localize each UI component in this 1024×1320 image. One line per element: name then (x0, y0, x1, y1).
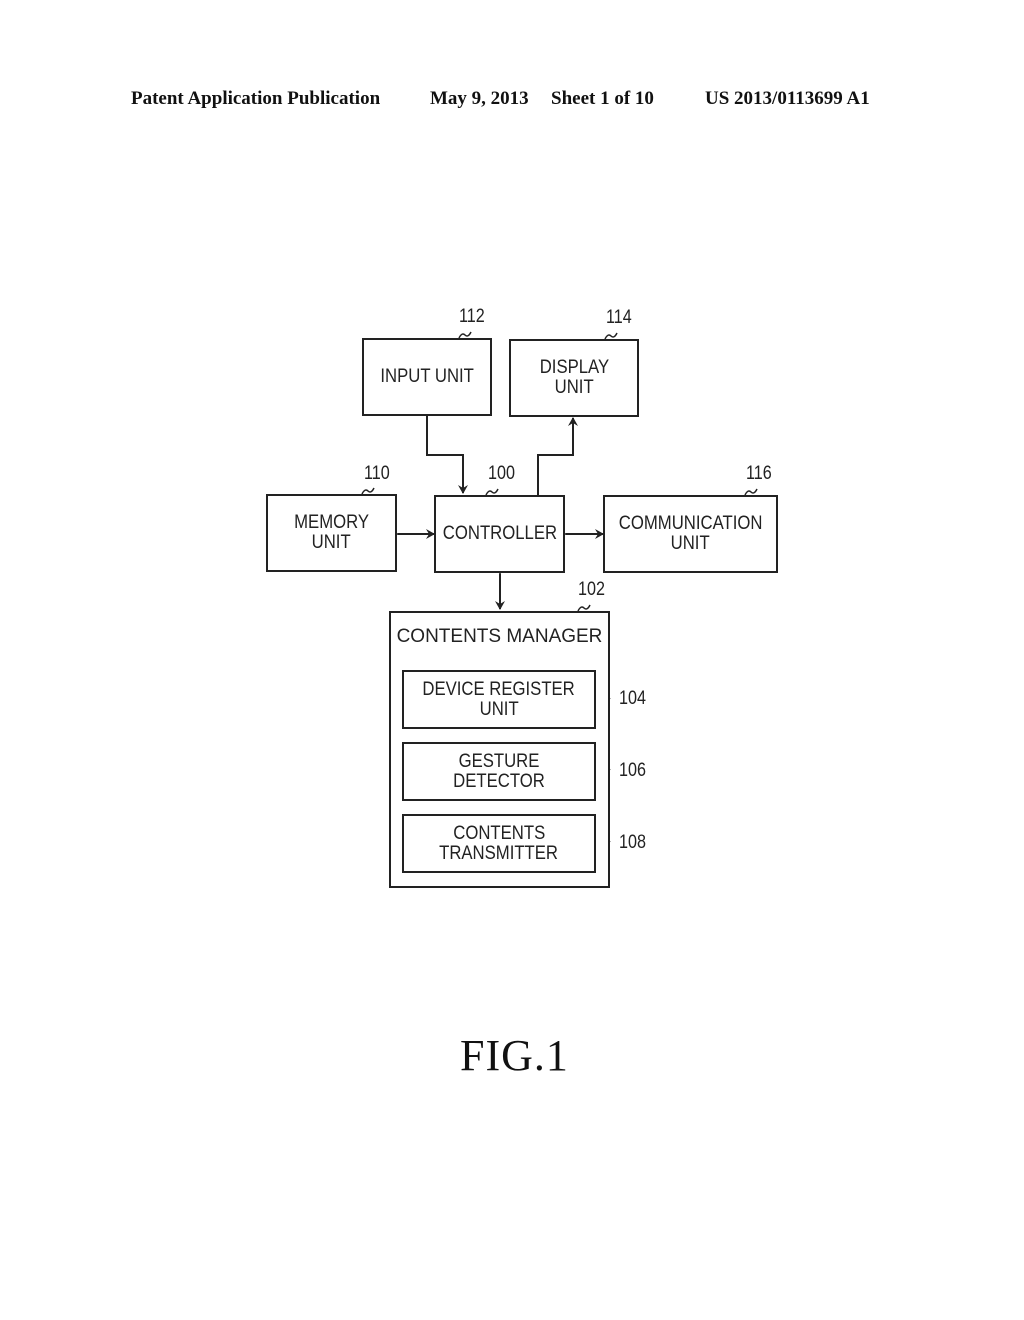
ref-108: 108 (619, 832, 646, 853)
communication-unit-label-line1: COMMUNICATION (618, 513, 763, 534)
device-register-unit-block: DEVICE REGISTER UNIT (402, 670, 596, 729)
ref-102: 102 (578, 579, 605, 600)
ref-114: 114 (606, 307, 632, 328)
controller-label: CONTROLLER (442, 523, 557, 544)
memory-unit-label-line2: UNIT (311, 532, 351, 553)
contents-transmitter-label-line1: CONTENTS (453, 822, 545, 844)
input-unit-block: INPUT UNIT (362, 338, 492, 416)
ref-104: 104 (619, 688, 646, 709)
ref-106: 106 (619, 760, 646, 781)
controller-block: CONTROLLER (434, 495, 565, 573)
memory-unit-block: MEMORY UNIT (266, 494, 397, 572)
arrow-controller-to-display (537, 417, 578, 495)
display-unit-label-line2: UNIT (554, 377, 594, 398)
memory-unit-label-line1: MEMORY (294, 512, 369, 533)
display-unit-block: DISPLAY UNIT (509, 339, 639, 417)
input-unit-label: INPUT UNIT (380, 366, 474, 387)
ref-110: 110 (364, 463, 390, 484)
gesture-detector-label: GESTURE DETECTOR (453, 750, 545, 792)
communication-unit-block: COMMUNICATION UNIT (603, 495, 778, 573)
contents-manager-label: CONTENTS MANAGER (396, 626, 603, 647)
display-unit-label-line1: DISPLAY (539, 357, 609, 378)
ref-116: 116 (746, 463, 772, 484)
device-register-unit-label-line1: DEVICE REGISTER (422, 678, 576, 700)
gesture-detector-block: GESTURE DETECTOR (402, 742, 596, 801)
contents-transmitter-block: CONTENTS TRANSMITTER (402, 814, 596, 873)
device-register-unit-label-line2: UNIT (479, 698, 519, 720)
contents-transmitter-label-line2: TRANSMITTER (439, 842, 559, 864)
ref-100: 100 (488, 463, 515, 484)
arrow-input-to-controller (426, 415, 468, 494)
communication-unit-label-line2: UNIT (670, 533, 710, 554)
ref-112: 112 (459, 306, 485, 327)
figure-label: FIG.1 (460, 1031, 569, 1080)
